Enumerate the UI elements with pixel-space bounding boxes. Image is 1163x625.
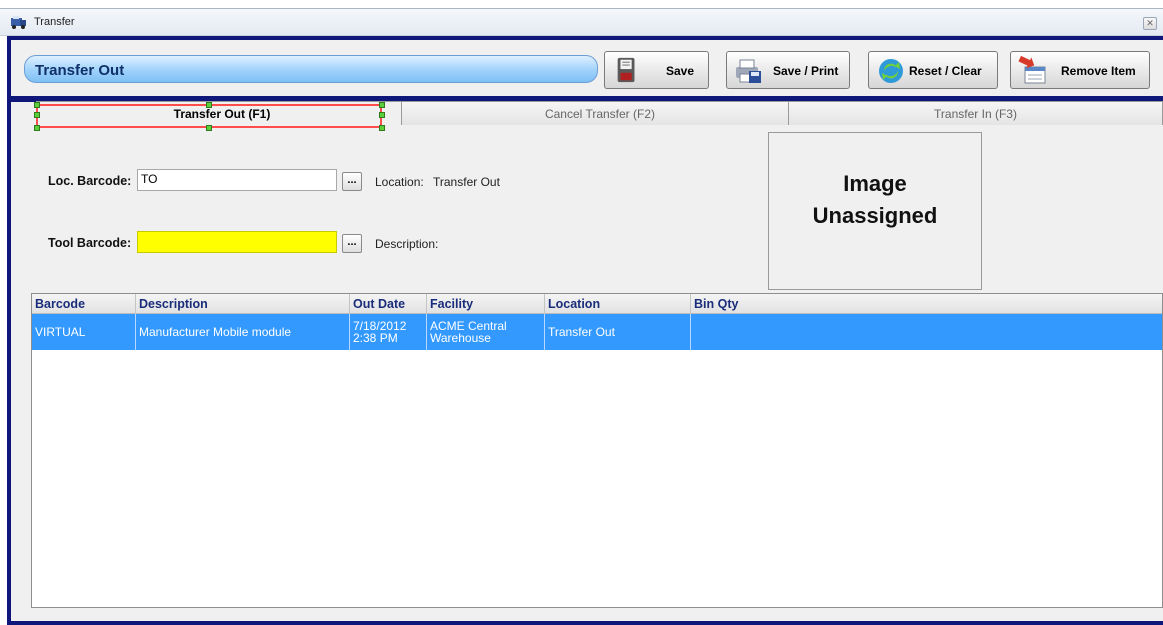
column-header-location[interactable]: Location xyxy=(545,294,691,314)
tool-barcode-input[interactable] xyxy=(137,231,337,253)
tab-cancel-transfer[interactable]: Cancel Transfer (F2) xyxy=(401,101,799,125)
resize-handle[interactable] xyxy=(34,102,40,108)
title-bar: Transfer ✕ xyxy=(0,8,1163,36)
transfer-items-grid[interactable]: Barcode Description Out Date Facility Lo… xyxy=(31,293,1163,608)
reset-clear-button-label: Reset / Clear xyxy=(909,64,982,78)
refresh-icon xyxy=(879,59,903,83)
column-header-bin-qty[interactable]: Bin Qty xyxy=(691,294,1162,314)
cell-facility: ACME Central Warehouse xyxy=(427,314,545,350)
location-label: Location: xyxy=(375,175,424,189)
resize-handle[interactable] xyxy=(379,125,385,131)
module-title: Transfer Out xyxy=(35,62,125,79)
cell-barcode: VIRTUAL xyxy=(32,314,136,350)
save-print-button[interactable]: Save / Print xyxy=(726,51,850,89)
transfer-window: Transfer ✕ Transfer Out Save Save / Prin… xyxy=(0,0,1163,625)
grid-footer xyxy=(31,608,1163,620)
printer-icon xyxy=(736,59,761,83)
tab-transfer-out[interactable]: Transfer Out (F1) xyxy=(36,101,408,125)
column-header-description[interactable]: Description xyxy=(136,294,350,314)
cell-out-date: 7/18/2012 2:38 PM xyxy=(350,314,427,350)
resize-handle[interactable] xyxy=(206,102,212,108)
resize-handle[interactable] xyxy=(206,125,212,131)
table-row[interactable]: VIRTUAL Manufacturer Mobile module 7/18/… xyxy=(32,314,1162,350)
loc-barcode-input[interactable]: TO xyxy=(137,169,337,191)
image-placeholder-line1: Image xyxy=(843,171,907,196)
window-title: Transfer xyxy=(34,16,75,28)
cell-bin-qty xyxy=(691,314,1162,350)
cell-location: Transfer Out xyxy=(545,314,691,350)
resize-handle[interactable] xyxy=(34,125,40,131)
tab-transfer-in[interactable]: Transfer In (F3) xyxy=(788,101,1163,125)
tab-bar: Transfer Out (F1) Cancel Transfer (F2) T… xyxy=(11,101,1163,125)
close-icon: ✕ xyxy=(1146,18,1154,28)
tool-barcode-browse-button[interactable]: ... xyxy=(342,234,362,253)
module-title-bar: Transfer Out xyxy=(24,55,598,83)
image-placeholder-line2: Unassigned xyxy=(812,203,938,228)
remove-item-button[interactable]: Remove Item xyxy=(1010,51,1150,89)
app-icon xyxy=(11,16,26,29)
floppy-disk-icon xyxy=(617,57,635,83)
grid-header: Barcode Description Out Date Facility Lo… xyxy=(32,294,1162,314)
column-header-facility[interactable]: Facility xyxy=(427,294,545,314)
resize-handle[interactable] xyxy=(379,102,385,108)
save-button[interactable]: Save xyxy=(604,51,709,89)
column-header-out-date[interactable]: Out Date xyxy=(350,294,427,314)
location-value: Transfer Out xyxy=(433,175,500,189)
description-label: Description: xyxy=(375,237,439,251)
loc-barcode-label: Loc. Barcode: xyxy=(48,174,132,188)
resize-handle[interactable] xyxy=(379,112,385,118)
close-window-button[interactable]: ✕ xyxy=(1143,17,1157,30)
remove-item-button-label: Remove Item xyxy=(1061,64,1136,78)
tool-barcode-label: Tool Barcode: xyxy=(48,236,132,250)
save-button-label: Save xyxy=(666,64,695,78)
resize-handle[interactable] xyxy=(34,112,40,118)
reset-clear-button[interactable]: Reset / Clear xyxy=(868,51,998,89)
column-header-barcode[interactable]: Barcode xyxy=(32,294,136,314)
save-print-button-label: Save / Print xyxy=(773,64,839,78)
tool-image-placeholder: Image Unassigned xyxy=(768,132,982,290)
cell-description: Manufacturer Mobile module xyxy=(136,314,350,350)
remove-item-icon xyxy=(1018,55,1046,84)
loc-barcode-browse-button[interactable]: ... xyxy=(342,172,362,191)
